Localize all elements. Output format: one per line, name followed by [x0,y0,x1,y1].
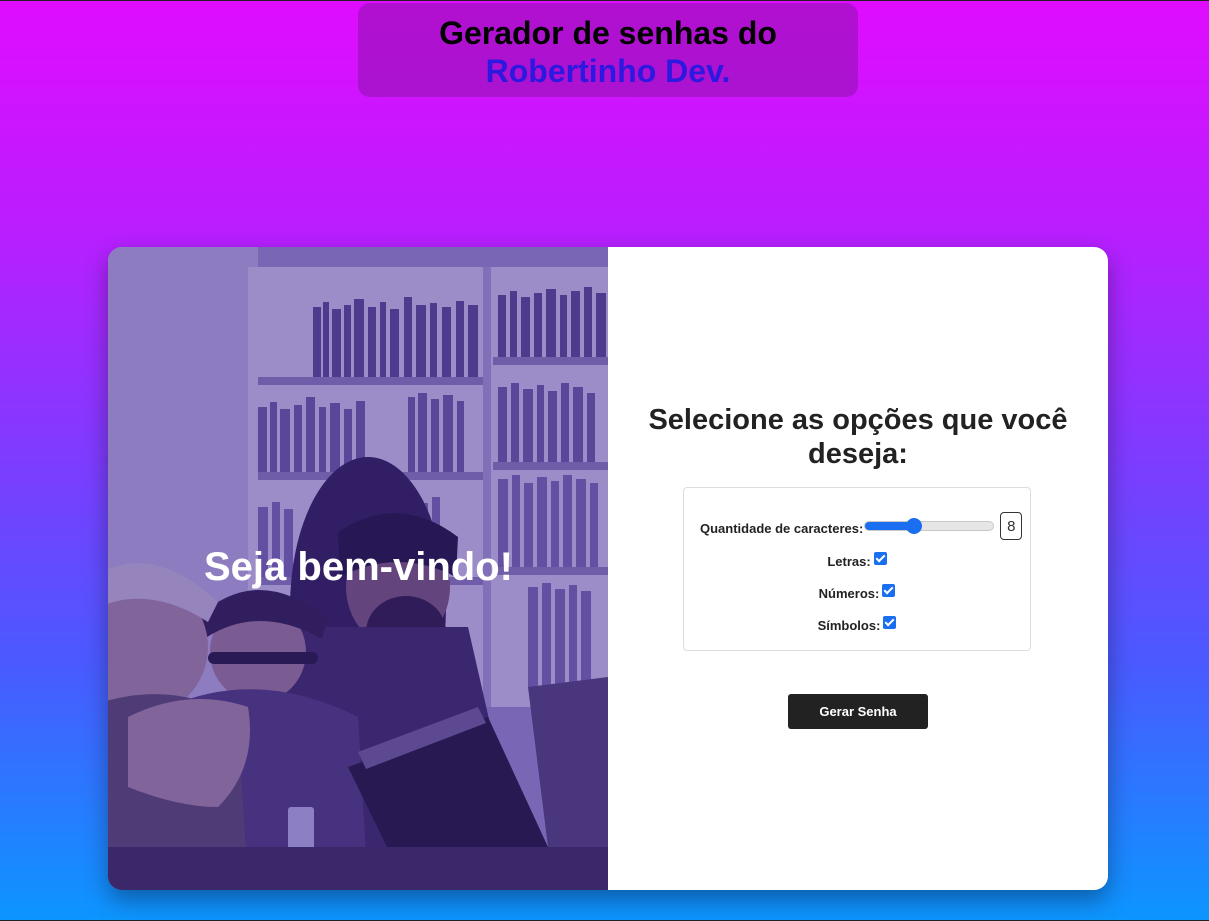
symbols-checkbox[interactable] [883,616,897,629]
hero-panel: Seja bem-vindo! [108,247,608,890]
options-box: Quantidade de caracteres: 8 Letras: Núme… [683,487,1031,651]
app-title-box: Gerador de senhas do Robertinho Dev. [358,3,858,97]
app-title-author: Robertinho Dev. [485,53,731,89]
length-slider-thumb[interactable] [905,518,922,534]
numbers-checkbox[interactable] [882,584,896,597]
generate-password-button[interactable]: Gerar Senha [788,694,928,729]
main-card: Seja bem-vindo! Selecione as opções que … [108,247,1108,890]
numbers-row: Números: [684,584,1030,601]
symbols-label: Símbolos: [817,618,881,633]
letters-row: Letras: [684,552,1030,569]
options-heading: Selecione as opções que você deseja: [648,404,1068,470]
app-title: Gerador de senhas do [439,15,777,51]
numbers-label: Números: [818,586,880,601]
length-slider[interactable] [864,518,995,534]
length-row: Quantidade de caracteres: 8 [684,512,1030,540]
options-panel: Selecione as opções que você deseja: Qua… [608,247,1108,890]
length-label: Quantidade de caracteres: [700,520,864,536]
letters-checkbox[interactable] [873,552,887,565]
welcome-heading: Seja bem-vindo! [204,545,513,589]
letters-label: Letras: [827,554,871,569]
symbols-row: Símbolos: [684,616,1030,633]
length-value-display: 8 [1000,512,1023,540]
